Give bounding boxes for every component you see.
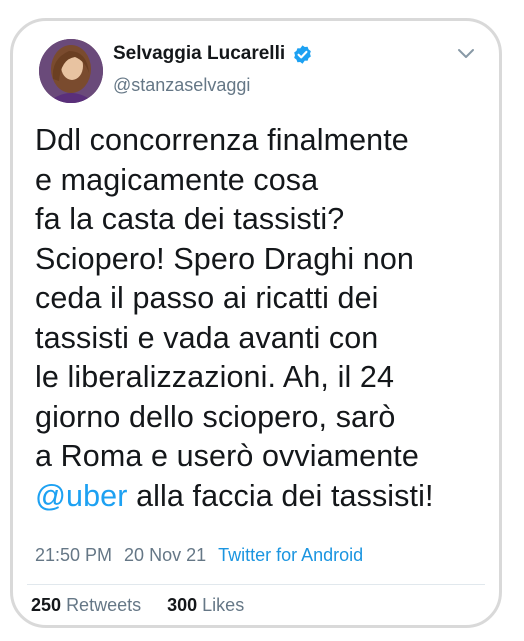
tweet-text-line: e magicamente cosa bbox=[35, 162, 319, 197]
tweet-text: Ddl concorrenza finalmente e magicamente… bbox=[35, 121, 495, 516]
avatar-image bbox=[39, 39, 103, 103]
divider bbox=[27, 584, 485, 585]
author-display-name[interactable]: Selvaggia Lucarelli bbox=[113, 43, 285, 65]
avatar[interactable] bbox=[39, 39, 103, 103]
tweet-text-line-rest: alla faccia dei tassisti! bbox=[127, 478, 434, 513]
likes-count: 300 bbox=[167, 595, 198, 615]
likes-label: Likes bbox=[202, 595, 245, 615]
tweet-metadata: 21:50 PM 20 Nov 21 Twitter for Android bbox=[35, 545, 363, 566]
chevron-down-icon[interactable] bbox=[457, 47, 475, 59]
tweet-text-line: a Roma e userò ovviamente bbox=[35, 439, 419, 473]
tweet-text-line: Ddl concorrenza finalmente bbox=[35, 123, 409, 157]
mention-link[interactable]: @uber bbox=[35, 479, 128, 513]
tweet-time[interactable]: 21:50 PM bbox=[35, 545, 112, 565]
author-name-row[interactable]: Selvaggia Lucarelli bbox=[113, 43, 313, 65]
retweets-stat[interactable]: 250 Retweets bbox=[31, 595, 141, 615]
retweets-label: Retweets bbox=[66, 595, 142, 615]
likes-stat[interactable]: 300 Likes bbox=[167, 595, 244, 615]
tweet-stats: 250 Retweets 300 Likes bbox=[31, 595, 244, 616]
tweet-text-line: giorno dello sciopero, sarò bbox=[35, 399, 396, 434]
tweet-source[interactable]: Twitter for Android bbox=[218, 545, 363, 565]
retweets-count: 250 bbox=[31, 595, 62, 615]
verified-badge-icon bbox=[292, 44, 313, 65]
tweet-text-line: le liberalizzazioni. Ah, il 24 bbox=[35, 360, 395, 394]
tweet-text-line: Sciopero! Spero Draghi non bbox=[35, 241, 414, 276]
tweet-card: Selvaggia Lucarelli @stanzaselvaggi Ddl … bbox=[10, 18, 502, 628]
author-handle[interactable]: @stanzaselvaggi bbox=[113, 75, 250, 96]
tweet-date[interactable]: 20 Nov 21 bbox=[124, 545, 206, 565]
tweet-text-line: ceda il passo ai ricatti dei bbox=[35, 281, 379, 315]
tweet-text-line: fa la casta dei tassisti? bbox=[35, 202, 345, 236]
tweet-text-line: tassisti e vada avanti con bbox=[35, 320, 379, 355]
tweet-text-last-line: @uber alla faccia dei tassisti! bbox=[35, 477, 495, 517]
